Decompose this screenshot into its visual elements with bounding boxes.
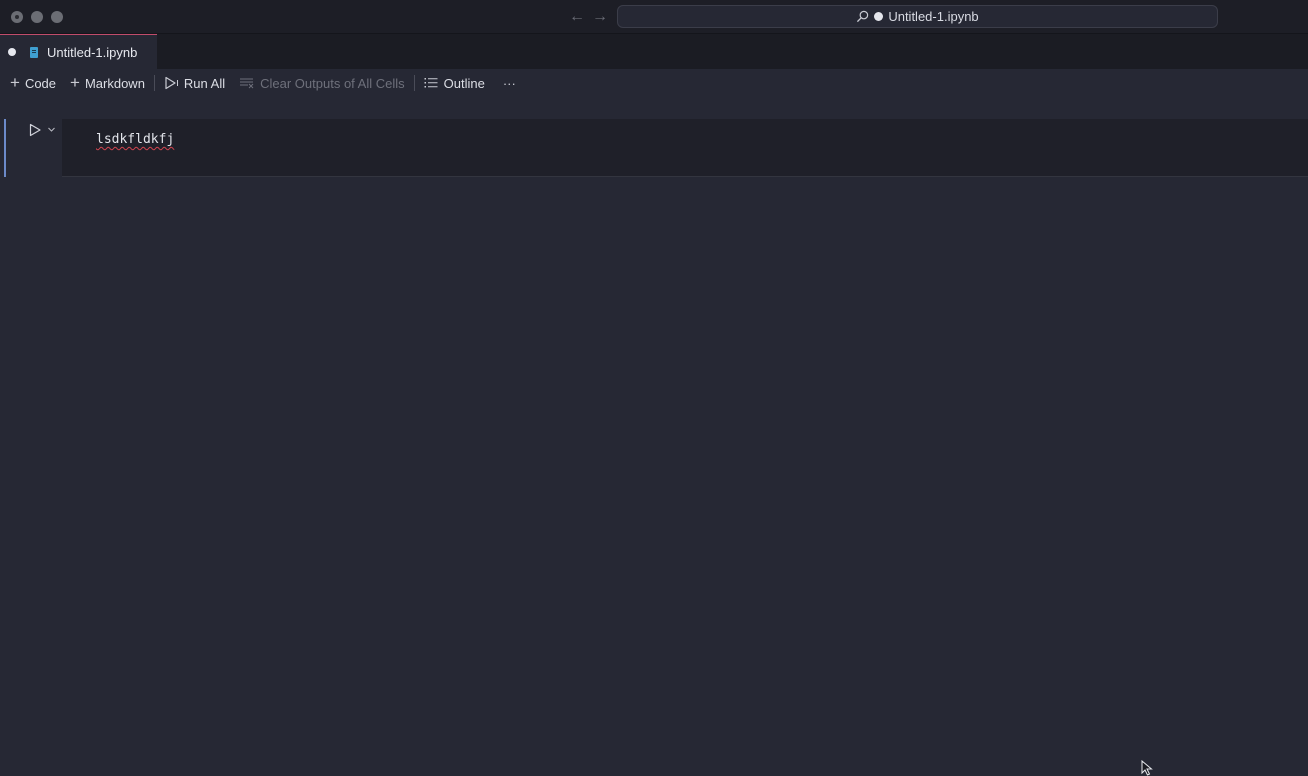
arrow-left-icon[interactable]: ← (569, 7, 585, 27)
mouse-cursor-icon (1141, 760, 1153, 776)
tab-untitled-notebook[interactable]: Untitled-1.ipynb (0, 34, 157, 69)
arrow-right-icon[interactable]: → (592, 7, 608, 27)
add-markdown-cell-button[interactable]: + Markdown (66, 72, 149, 94)
cell-focus-indicator (4, 119, 6, 177)
run-all-label: Run All (183, 75, 226, 91)
outline-label: Outline (443, 75, 485, 91)
plus-icon: + (10, 73, 20, 92)
maximize-window-button[interactable] (51, 11, 63, 23)
add-code-label: Code (24, 75, 57, 91)
run-all-icon (165, 76, 178, 90)
tab-label: Untitled-1.ipynb (47, 44, 138, 60)
clear-outputs-label: Clear Outputs of All Cells (260, 75, 405, 91)
clear-outputs-button[interactable]: Clear Outputs of All Cells (235, 72, 409, 94)
plus-icon: + (70, 73, 80, 92)
cell-editor[interactable]: lsdkfldkfj (62, 119, 1308, 177)
tab-bar: Untitled-1.ipynb (0, 34, 1308, 69)
search-icon (857, 10, 869, 23)
close-window-button[interactable] (11, 11, 23, 23)
unsaved-dot-icon[interactable] (8, 48, 16, 56)
add-markdown-label: Markdown (84, 75, 145, 91)
notebook-toolbar: + Code + Markdown Run All Clear Outputs … (0, 69, 1308, 97)
more-actions-button[interactable]: ··· (499, 72, 520, 94)
clear-all-icon (240, 78, 254, 89)
unsaved-dot-icon (874, 12, 884, 21)
window-title: Untitled-1.ipynb (888, 9, 979, 24)
code-cell[interactable]: lsdkfldkfj (0, 119, 1308, 177)
play-icon[interactable] (28, 123, 42, 137)
notebook-icon (30, 46, 38, 58)
ellipsis-icon: ··· (502, 75, 516, 91)
toolbar-divider (413, 75, 415, 91)
list-icon (424, 78, 438, 88)
cell-source-text[interactable]: lsdkfldkfj (96, 132, 174, 147)
run-all-button[interactable]: Run All (160, 72, 229, 94)
outline-button[interactable]: Outline (420, 72, 489, 94)
add-code-cell-button[interactable]: + Code (6, 72, 60, 94)
title-bar: ← → Untitled-1.ipynb (0, 0, 1308, 34)
notebook-window: ← → Untitled-1.ipynb Untitled-1.ipynb + … (0, 0, 1308, 776)
toolbar-divider (153, 75, 155, 91)
chevron-down-icon[interactable] (47, 125, 56, 134)
minimize-window-button[interactable] (31, 11, 43, 23)
command-center[interactable]: Untitled-1.ipynb (617, 5, 1218, 28)
